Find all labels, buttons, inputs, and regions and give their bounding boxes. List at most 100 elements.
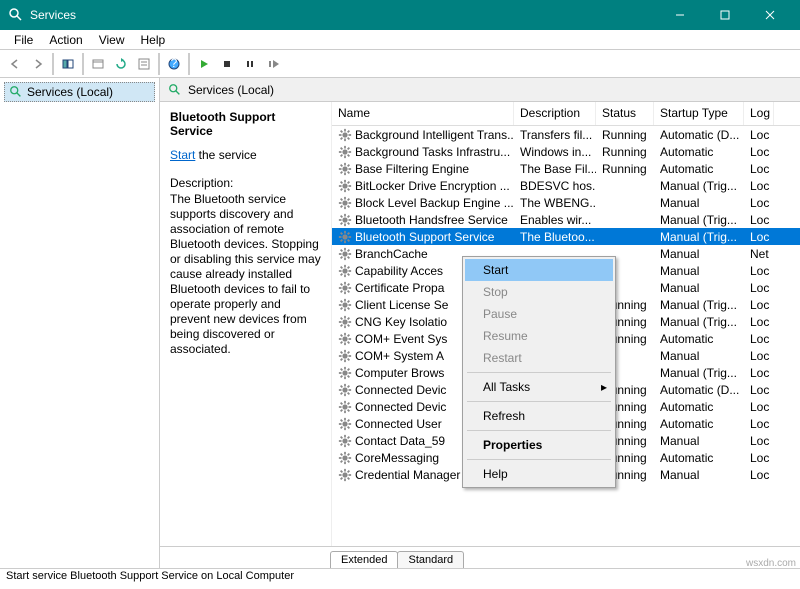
service-logon: Loc — [744, 332, 774, 346]
service-row[interactable]: Block Level Backup Engine ...The WBENG..… — [332, 194, 800, 211]
service-logon: Loc — [744, 434, 774, 448]
col-description[interactable]: Description — [514, 102, 596, 125]
service-name: Bluetooth Support Service — [355, 230, 494, 244]
menu-file[interactable]: File — [6, 31, 41, 49]
service-startup: Automatic (D... — [654, 128, 744, 142]
service-name: BranchCache — [355, 247, 428, 261]
properties-button[interactable] — [133, 53, 155, 75]
service-startup: Manual (Trig... — [654, 179, 744, 193]
service-icon — [338, 383, 352, 397]
description-text: The Bluetooth service supports discovery… — [170, 192, 321, 357]
help-button[interactable]: ? — [163, 53, 185, 75]
service-name: COM+ System A — [355, 349, 444, 363]
close-button[interactable] — [747, 0, 792, 30]
service-icon — [338, 349, 352, 363]
service-row[interactable]: BitLocker Drive Encryption ...BDESVC hos… — [332, 177, 800, 194]
service-description: BDESVC hos... — [514, 179, 596, 193]
back-button[interactable] — [4, 53, 26, 75]
stop-service-button[interactable] — [216, 53, 238, 75]
service-row[interactable]: Bluetooth Handsfree ServiceEnables wir..… — [332, 211, 800, 228]
service-logon: Loc — [744, 417, 774, 431]
service-logon: Loc — [744, 213, 774, 227]
service-icon — [338, 400, 352, 414]
ctx-restart: Restart — [465, 347, 613, 369]
service-icon — [338, 434, 352, 448]
service-name: Bluetooth Handsfree Service — [355, 213, 508, 227]
tree-node-services-local[interactable]: Services (Local) — [4, 82, 155, 102]
tree-node-label: Services (Local) — [27, 85, 113, 99]
service-name: Connected User — [355, 417, 442, 431]
service-name: Contact Data_59 — [355, 434, 445, 448]
minimize-button[interactable] — [657, 0, 702, 30]
service-startup: Manual (Trig... — [654, 298, 744, 312]
service-logon: Loc — [744, 349, 774, 363]
start-service-button[interactable] — [193, 53, 215, 75]
service-startup: Manual (Trig... — [654, 213, 744, 227]
ctx-properties[interactable]: Properties — [465, 434, 613, 456]
service-startup: Manual — [654, 264, 744, 278]
service-name: Connected Devic — [355, 400, 446, 414]
description-label: Description: — [170, 176, 321, 190]
tab-standard[interactable]: Standard — [397, 551, 464, 568]
service-startup: Manual (Trig... — [654, 315, 744, 329]
refresh-button[interactable] — [110, 53, 132, 75]
menu-bar: File Action View Help — [0, 30, 800, 50]
menu-action[interactable]: Action — [41, 31, 90, 49]
service-status: Running — [596, 162, 654, 176]
service-logon: Loc — [744, 400, 774, 414]
service-description: Windows in... — [514, 145, 596, 159]
service-row[interactable]: Background Intelligent Trans...Transfers… — [332, 126, 800, 143]
service-icon — [338, 417, 352, 431]
service-logon: Loc — [744, 298, 774, 312]
show-hide-tree-button[interactable] — [57, 53, 79, 75]
service-icon — [338, 451, 352, 465]
service-startup: Manual — [654, 281, 744, 295]
ctx-help[interactable]: Help — [465, 463, 613, 485]
ctx-separator — [467, 459, 611, 460]
export-list-button[interactable] — [87, 53, 109, 75]
ctx-refresh[interactable]: Refresh — [465, 405, 613, 427]
service-startup: Manual (Trig... — [654, 230, 744, 244]
service-logon: Loc — [744, 128, 774, 142]
ctx-start[interactable]: Start — [465, 259, 613, 281]
service-description: The WBENG... — [514, 196, 596, 210]
col-startup-type[interactable]: Startup Type — [654, 102, 744, 125]
service-row[interactable]: Base Filtering EngineThe Base Fil...Runn… — [332, 160, 800, 177]
service-icon — [338, 179, 352, 193]
service-row[interactable]: Background Tasks Infrastru... Windows in.… — [332, 143, 800, 160]
service-startup: Manual — [654, 434, 744, 448]
service-status: Running — [596, 128, 654, 142]
service-startup: Automatic — [654, 332, 744, 346]
start-service-link[interactable]: Start — [170, 148, 195, 162]
ctx-pause: Pause — [465, 303, 613, 325]
service-name: Base Filtering Engine — [355, 162, 469, 176]
service-logon: Loc — [744, 264, 774, 278]
ctx-stop: Stop — [465, 281, 613, 303]
pause-service-button[interactable] — [239, 53, 261, 75]
service-icon — [338, 145, 352, 159]
service-name: Connected Devic — [355, 383, 446, 397]
service-row[interactable]: Bluetooth Support ServiceThe Bluetoo...M… — [332, 228, 800, 245]
col-status[interactable]: Status — [596, 102, 654, 125]
service-name: Certificate Propa — [355, 281, 444, 295]
service-startup: Automatic — [654, 451, 744, 465]
service-logon: Loc — [744, 451, 774, 465]
menu-view[interactable]: View — [91, 31, 133, 49]
service-description: Transfers fil... — [514, 128, 596, 142]
restart-service-button[interactable] — [262, 53, 284, 75]
ctx-all-tasks[interactable]: All Tasks▸ — [465, 376, 613, 398]
service-startup: Automatic — [654, 145, 744, 159]
service-logon: Loc — [744, 179, 774, 193]
service-logon: Loc — [744, 468, 774, 482]
menu-help[interactable]: Help — [133, 31, 174, 49]
service-name: Background Tasks Infrastru... — [355, 145, 510, 159]
maximize-button[interactable] — [702, 0, 747, 30]
tab-extended[interactable]: Extended — [330, 551, 398, 568]
col-name[interactable]: Name — [332, 102, 514, 125]
col-logon[interactable]: Log — [744, 102, 774, 125]
forward-button[interactable] — [27, 53, 49, 75]
service-startup: Manual — [654, 247, 744, 261]
service-icon — [338, 332, 352, 346]
service-logon: Loc — [744, 315, 774, 329]
ctx-separator — [467, 401, 611, 402]
